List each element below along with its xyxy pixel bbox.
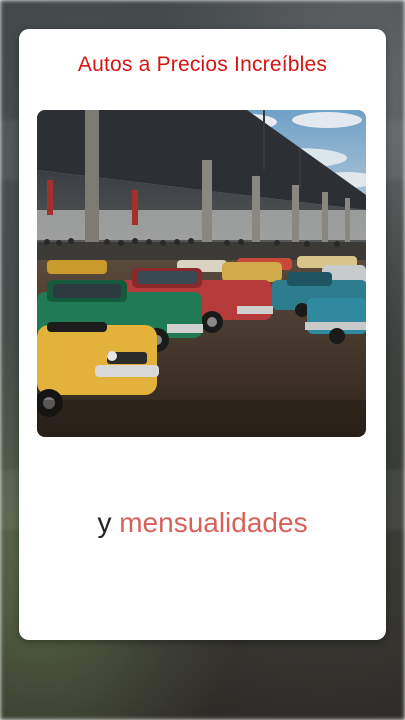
car-lot-illustration xyxy=(37,110,366,437)
car-lot-photo xyxy=(37,110,366,437)
tagline-prefix: y xyxy=(97,507,120,538)
tagline-accent: mensualidades xyxy=(119,507,308,538)
shed-column xyxy=(85,110,99,260)
tagline: y mensualidades xyxy=(19,507,386,539)
car xyxy=(47,260,107,274)
promo-card: Autos a Precios Increíbles y mensualidad… xyxy=(19,29,386,640)
promo-title: Autos a Precios Increíbles xyxy=(77,53,328,76)
car xyxy=(222,262,282,282)
